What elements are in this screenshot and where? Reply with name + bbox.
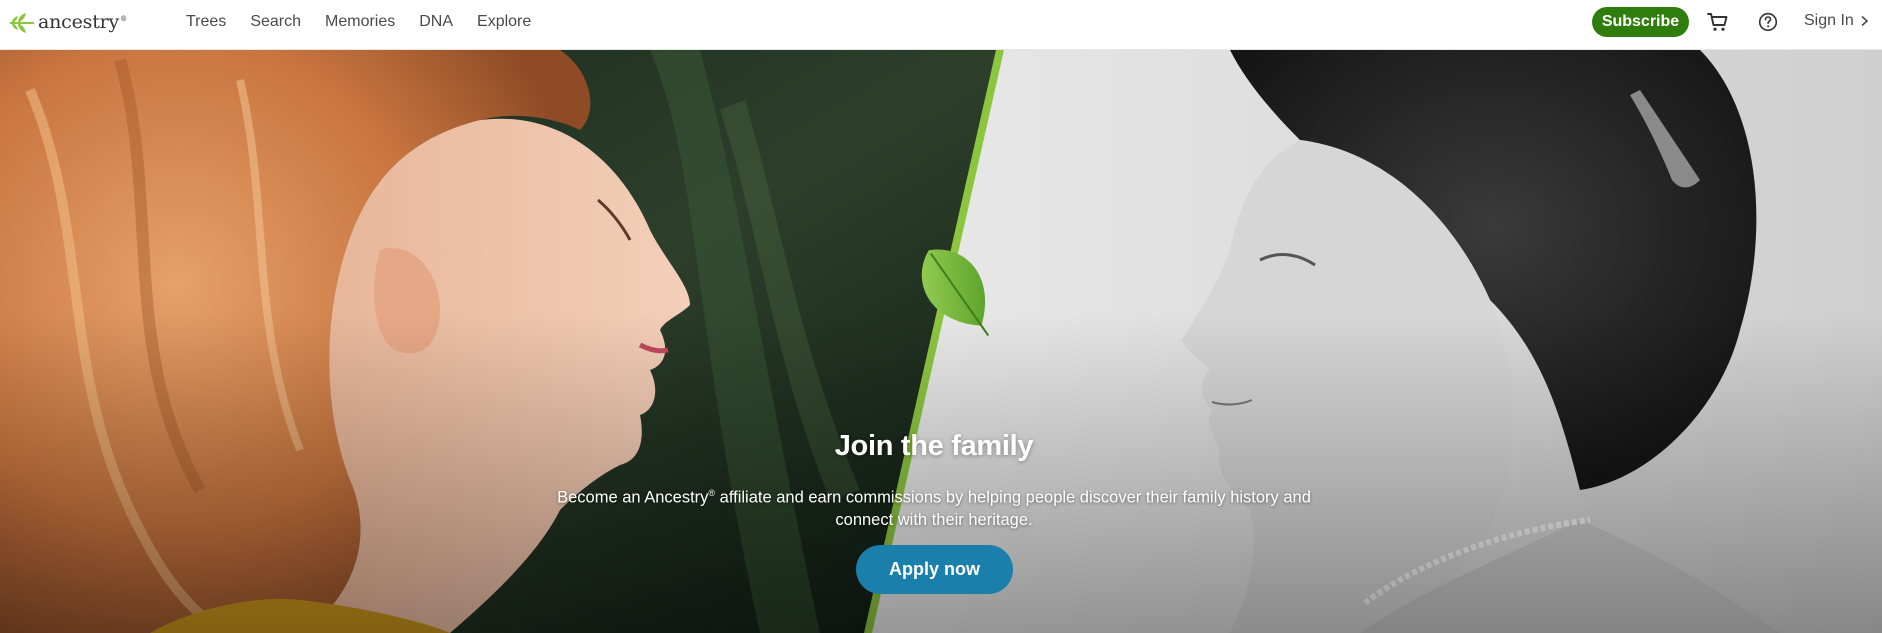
nav-item-dna[interactable]: DNA: [419, 13, 453, 31]
leaf-logo-icon: [10, 13, 34, 33]
nav-item-explore[interactable]: Explore: [477, 13, 531, 31]
nav-item-memories[interactable]: Memories: [325, 13, 395, 31]
hero-headline: Join the family: [834, 430, 1034, 462]
top-navigation-bar: ancestry® Trees Search Memories DNA Expl…: [0, 0, 1882, 50]
hero-banner: Join the family Become an Ancestry® affi…: [0, 50, 1882, 633]
ancestry-logo[interactable]: ancestry®: [8, 9, 127, 35]
hero-subtext: Become an Ancestry® affiliate and earn c…: [557, 488, 1311, 529]
nav-item-trees[interactable]: Trees: [186, 13, 226, 31]
nav-item-search[interactable]: Search: [250, 13, 301, 31]
sign-in-link[interactable]: Sign In: [1804, 12, 1869, 30]
hero-content: Join the family Become an Ancestry® affi…: [0, 50, 1882, 633]
subscribe-button[interactable]: Subscribe: [1592, 7, 1689, 37]
sign-in-label: Sign In: [1804, 12, 1854, 29]
help-circle-icon[interactable]: [1758, 12, 1778, 32]
cart-icon[interactable]: [1707, 11, 1729, 33]
apply-now-button[interactable]: Apply now: [856, 545, 1013, 594]
main-nav: Trees Search Memories DNA Explore: [186, 0, 555, 44]
chevron-right-icon: [1861, 15, 1869, 27]
logo-wordmark: ancestry®: [38, 11, 127, 33]
